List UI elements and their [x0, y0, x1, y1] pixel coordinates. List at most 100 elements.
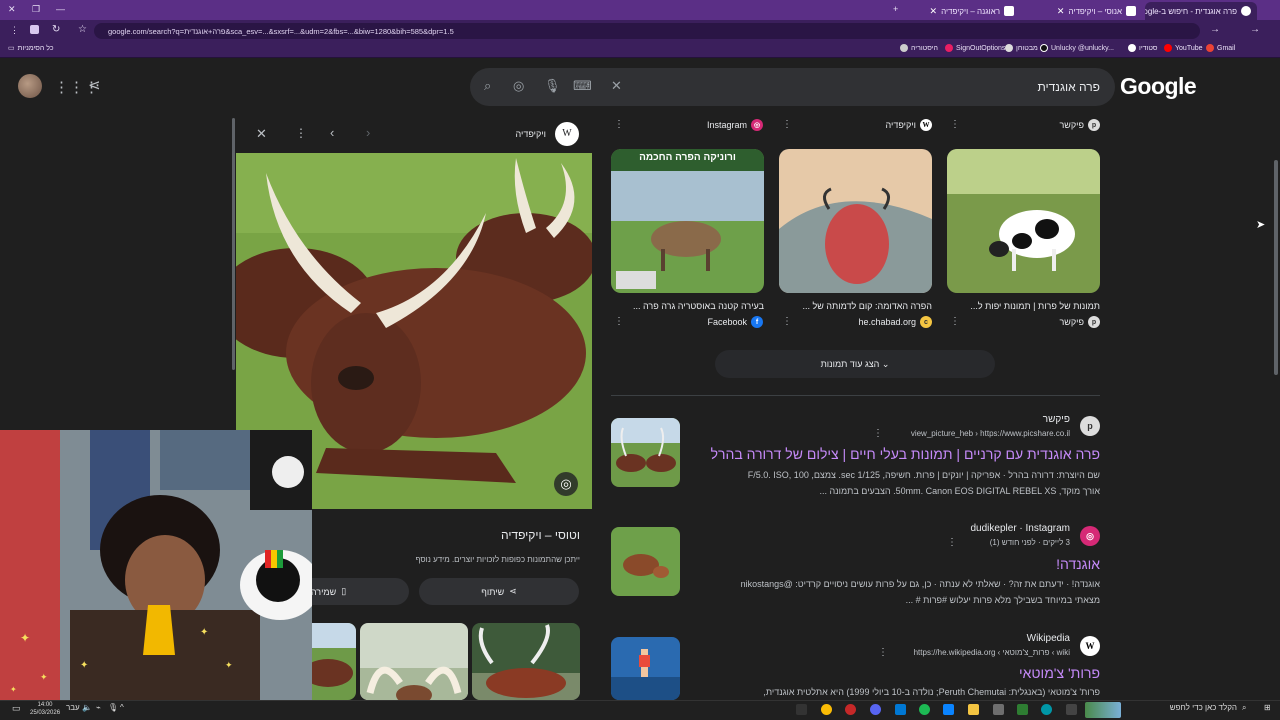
weather-widget[interactable]: [1085, 702, 1121, 718]
related-image[interactable]: [360, 623, 468, 700]
language-indicator[interactable]: עבר: [66, 703, 80, 712]
chevron-up-icon[interactable]: ^: [120, 703, 124, 712]
notifications-icon[interactable]: ▭: [12, 703, 21, 714]
card-footer-3[interactable]: f Facebook: [663, 316, 763, 328]
picshare-icon[interactable]: p: [1080, 416, 1100, 436]
more-icon[interactable]: ⋮: [782, 119, 792, 130]
task-view-icon[interactable]: [1066, 704, 1077, 715]
close-window-icon[interactable]: ✕: [8, 4, 16, 15]
search-icon[interactable]: ⌕: [484, 78, 491, 94]
speaker-icon[interactable]: 🔈: [82, 703, 92, 712]
preview-scrollbar[interactable]: [232, 118, 235, 370]
more-icon[interactable]: ⋮: [782, 316, 792, 327]
chrome-icon[interactable]: [821, 704, 832, 715]
taskbar-search[interactable]: הקלד כאן כדי לחפש: [1125, 703, 1237, 712]
result-url[interactable]: wiki › פרות_צ'מוטאי › https://he.wikiped…: [885, 648, 1070, 657]
wikipedia-icon[interactable]: W: [555, 122, 579, 146]
card-source-2[interactable]: W ויקיפדיה: [832, 119, 932, 131]
image-card-2[interactable]: [779, 149, 932, 293]
search-icon[interactable]: ⌕: [1242, 703, 1246, 713]
spotify-icon[interactable]: [919, 704, 930, 715]
close-preview-icon[interactable]: ✕: [256, 126, 267, 142]
windows-start-icon[interactable]: ⊞: [1264, 703, 1271, 712]
more-icon[interactable]: ⋮: [950, 119, 960, 130]
more-options-icon[interactable]: ⋮: [295, 126, 307, 140]
more-icon[interactable]: ⋮: [950, 316, 960, 327]
result-title[interactable]: פרות' צ'מוטאי: [900, 665, 1100, 681]
more-icon[interactable]: ⋮: [873, 428, 883, 439]
close-tab-icon[interactable]: ✕: [930, 6, 938, 17]
show-more-images-button[interactable]: הצג עוד תמונות ⌄: [715, 350, 995, 378]
file-explorer-icon[interactable]: [968, 704, 979, 715]
bookmark-history[interactable]: היסטוריה: [900, 44, 938, 52]
google-logo[interactable]: Google: [1120, 73, 1197, 100]
card-title-3[interactable]: בעירה קטנה באוסטריה גרה פרה ...: [611, 301, 764, 311]
all-bookmarks[interactable]: ▭ כל הסימניות: [8, 44, 54, 53]
app-icon[interactable]: [845, 704, 856, 715]
tab-raugna[interactable]: ראוגנה – ויקיפדיה ✕: [925, 2, 1020, 20]
avatar[interactable]: [18, 74, 42, 98]
forward-icon[interactable]: →: [1210, 24, 1220, 35]
page-scrollbar[interactable]: [1274, 160, 1278, 375]
edge-icon[interactable]: [1041, 704, 1052, 715]
share-button[interactable]: שיתוף ⋖: [419, 578, 579, 605]
share-icon[interactable]: ⋖: [88, 76, 101, 94]
result-thumbnail[interactable]: [611, 527, 680, 596]
result-title[interactable]: אוגנדה!: [900, 556, 1100, 572]
image-card-1[interactable]: [947, 149, 1100, 293]
lens-icon[interactable]: ◎: [513, 78, 524, 94]
discord-icon[interactable]: [870, 704, 881, 715]
keyboard-icon[interactable]: ⌨: [573, 78, 592, 94]
clear-search-icon[interactable]: ✕: [611, 78, 622, 94]
lens-search-icon[interactable]: ◎: [554, 472, 578, 496]
app-icon[interactable]: [796, 704, 807, 715]
card-source-3[interactable]: ◎ Instagram: [663, 119, 763, 131]
clock[interactable]: 14:00 25/03/2026: [30, 701, 60, 717]
more-icon[interactable]: ⋮: [947, 537, 957, 548]
image-card-3[interactable]: ורוניקה הפרה החכמה: [611, 149, 764, 293]
mic-icon[interactable]: 🎙: [108, 703, 118, 712]
card-footer-1[interactable]: p פיקשר: [1000, 316, 1100, 328]
more-icon[interactable]: ⋮: [878, 647, 888, 658]
tab-anosi[interactable]: אנוסי – ויקיפדיה ✕: [1030, 2, 1142, 20]
card-source-1[interactable]: p פיקשר: [1000, 119, 1100, 131]
preview-title[interactable]: וטוסי – ויקיפדיה: [420, 528, 580, 542]
previous-image-icon[interactable]: ‹: [330, 125, 334, 140]
search-input[interactable]: פרה אוגנדית: [940, 80, 1100, 94]
card-footer-2[interactable]: c he.chabad.org: [832, 316, 932, 328]
result-site[interactable]: Wikipedia: [900, 633, 1070, 644]
result-title[interactable]: פרה אוגנדית עם קרניים | תמונות בעלי חיים…: [700, 446, 1100, 462]
bookmark-3[interactable]: מבטוחן: [1005, 44, 1038, 52]
minimize-window-icon[interactable]: —: [56, 4, 65, 14]
reload-icon[interactable]: ↻: [52, 24, 60, 35]
bookmark-studio[interactable]: סטודיו: [1128, 44, 1158, 52]
more-icon[interactable]: ⋮: [614, 316, 624, 327]
result-site[interactable]: פיקשר: [900, 414, 1070, 425]
preview-source[interactable]: ויקיפדיה: [490, 129, 546, 139]
app-icon[interactable]: [943, 704, 954, 715]
new-tab-icon[interactable]: +: [893, 4, 898, 14]
wikipedia-icon[interactable]: W: [1080, 636, 1100, 656]
card-title-2[interactable]: הפרה האדומה: קום לדמותה של ...: [779, 301, 932, 311]
bookmark-unlucky[interactable]: Unlucky @unlucky...: [1040, 44, 1114, 52]
url-field[interactable]: google.com/search?q=פרה+אוגנדית&sca_esv=…: [94, 23, 1200, 39]
related-image[interactable]: [472, 623, 580, 700]
app-icon[interactable]: [993, 704, 1004, 715]
result-thumbnail[interactable]: [611, 637, 680, 700]
result-thumbnail[interactable]: [611, 418, 680, 487]
tab-google-search[interactable]: פרה אוגנדית - חיפוש ב-Google ✕: [1145, 2, 1257, 20]
menu-icon[interactable]: ⋮: [10, 25, 19, 36]
bookmark-star-icon[interactable]: ☆: [78, 24, 87, 35]
app-icon[interactable]: [1017, 704, 1028, 715]
close-tab-icon[interactable]: ✕: [1057, 6, 1065, 17]
network-icon[interactable]: ⌁: [96, 703, 101, 712]
extension-icon[interactable]: [30, 25, 39, 34]
back-icon[interactable]: →: [1250, 24, 1260, 35]
mic-icon[interactable]: 🎙: [544, 78, 561, 94]
more-icon[interactable]: ⋮: [614, 119, 624, 130]
bookmark-gmail[interactable]: Gmail: [1206, 44, 1235, 52]
instagram-icon[interactable]: ◎: [1080, 526, 1100, 546]
restore-window-icon[interactable]: ❐: [32, 4, 40, 15]
bookmark-youtube[interactable]: YouTube: [1164, 44, 1203, 52]
bookmark-signout[interactable]: SignOutOptions: [945, 44, 1005, 52]
